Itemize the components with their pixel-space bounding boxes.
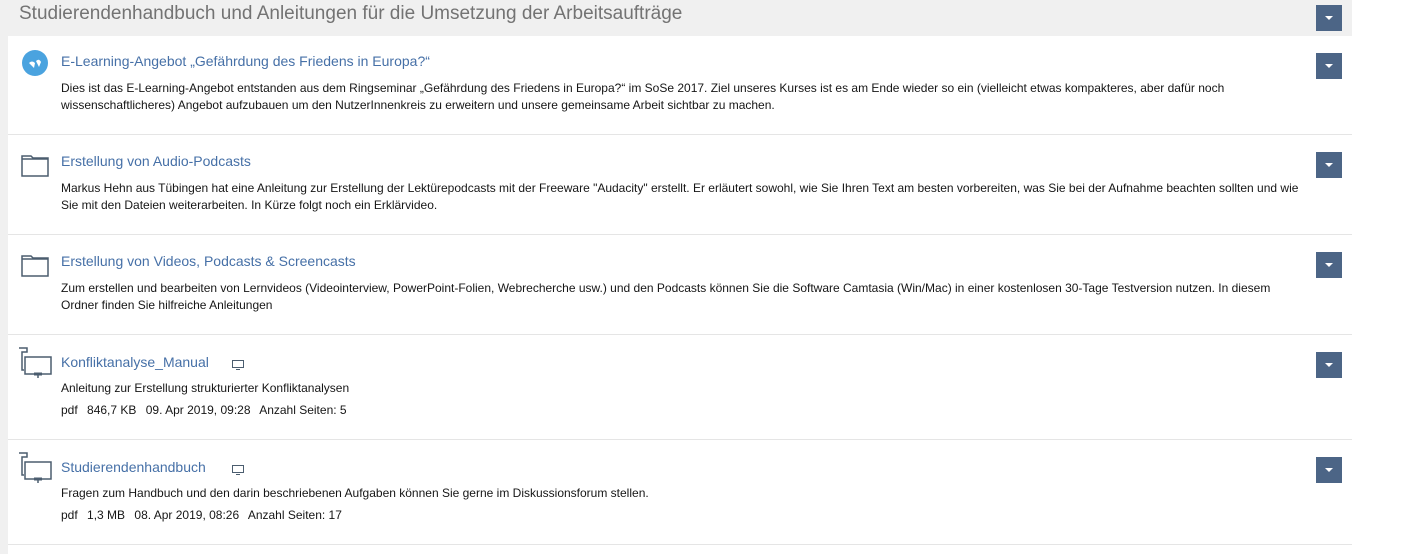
item-description: Anleitung zur Erstellung strukturierter … — [61, 381, 350, 395]
content-block: Studierendenhandbuch und Anleitungen für… — [0, 0, 1352, 554]
file-format: pdf — [61, 508, 78, 522]
item-title-link[interactable]: E-Learning-Angebot „Gefährdung des Fried… — [61, 53, 430, 69]
file-icon — [18, 347, 52, 386]
list-item: E-Learning-Angebot „Gefährdung des Fried… — [8, 36, 1352, 135]
file-size: 846,7 KB — [87, 403, 137, 417]
item-description: Fragen zum Handbuch und den darin beschr… — [61, 486, 649, 500]
item-title-link[interactable]: Konfliktanalyse_Manual — [61, 354, 209, 370]
item-description: Dies ist das E-Learning-Angebot entstand… — [61, 81, 1225, 112]
item-list: E-Learning-Angebot „Gefährdung des Fried… — [8, 36, 1352, 554]
block-header: Studierendenhandbuch und Anleitungen für… — [0, 0, 1352, 34]
folder-icon — [21, 253, 49, 282]
item-actions-button[interactable] — [1316, 457, 1342, 483]
item-actions-button[interactable] — [1316, 152, 1342, 178]
chevron-down-icon — [1325, 16, 1333, 20]
chevron-down-icon — [1325, 263, 1333, 267]
chevron-down-icon — [1325, 163, 1333, 167]
file-icon — [18, 452, 52, 491]
item-title-link[interactable]: Studierendenhandbuch — [61, 459, 206, 475]
list-item: Studierendenhandbuch Fragen zum Handbuch… — [8, 440, 1352, 545]
list-item: Erstellung von Audio-Podcasts Markus Heh… — [8, 135, 1352, 235]
block-title: Studierendenhandbuch und Anleitungen für… — [19, 3, 683, 24]
file-date: 08. Apr 2019, 08:26 — [134, 508, 240, 522]
chevron-down-icon — [1325, 468, 1333, 472]
file-pages: Anzahl Seiten: 17 — [247, 508, 342, 522]
page: Studierendenhandbuch und Anleitungen für… — [0, 0, 1405, 554]
item-actions-button[interactable] — [1316, 53, 1342, 79]
chevron-down-icon — [1325, 363, 1333, 367]
file-format: pdf — [61, 403, 78, 417]
item-description: Markus Hehn aus Tübingen hat eine Anleit… — [61, 181, 1299, 212]
preview-monitor-icon[interactable] — [232, 357, 244, 370]
item-actions-button[interactable] — [1316, 252, 1342, 278]
item-file-properties: pdf 846,7 KB 09. Apr 2019, 09:28 Anzahl … — [61, 403, 353, 417]
chevron-down-icon — [1325, 64, 1333, 68]
item-description: Zum erstellen und bearbeiten von Lernvid… — [61, 281, 1271, 312]
list-item: Erstellung von Videos, Podcasts & Screen… — [8, 235, 1352, 335]
item-title-link[interactable]: Erstellung von Audio-Podcasts — [61, 153, 251, 169]
file-date: 09. Apr 2019, 09:28 — [145, 403, 251, 417]
item-title-link[interactable]: Erstellung von Videos, Podcasts & Screen… — [61, 253, 356, 269]
learning-module-icon — [21, 49, 49, 82]
item-actions-button[interactable] — [1316, 352, 1342, 378]
block-actions-button[interactable] — [1316, 5, 1342, 31]
file-size: 1,3 MB — [87, 508, 126, 522]
item-file-properties: pdf 1,3 MB 08. Apr 2019, 08:26 Anzahl Se… — [61, 508, 348, 522]
list-item: Konfliktanalyse_Manual Anleitung zur Ers… — [8, 335, 1352, 440]
file-pages: Anzahl Seiten: 5 — [259, 403, 347, 417]
preview-monitor-icon[interactable] — [232, 462, 244, 475]
folder-icon — [21, 153, 49, 182]
